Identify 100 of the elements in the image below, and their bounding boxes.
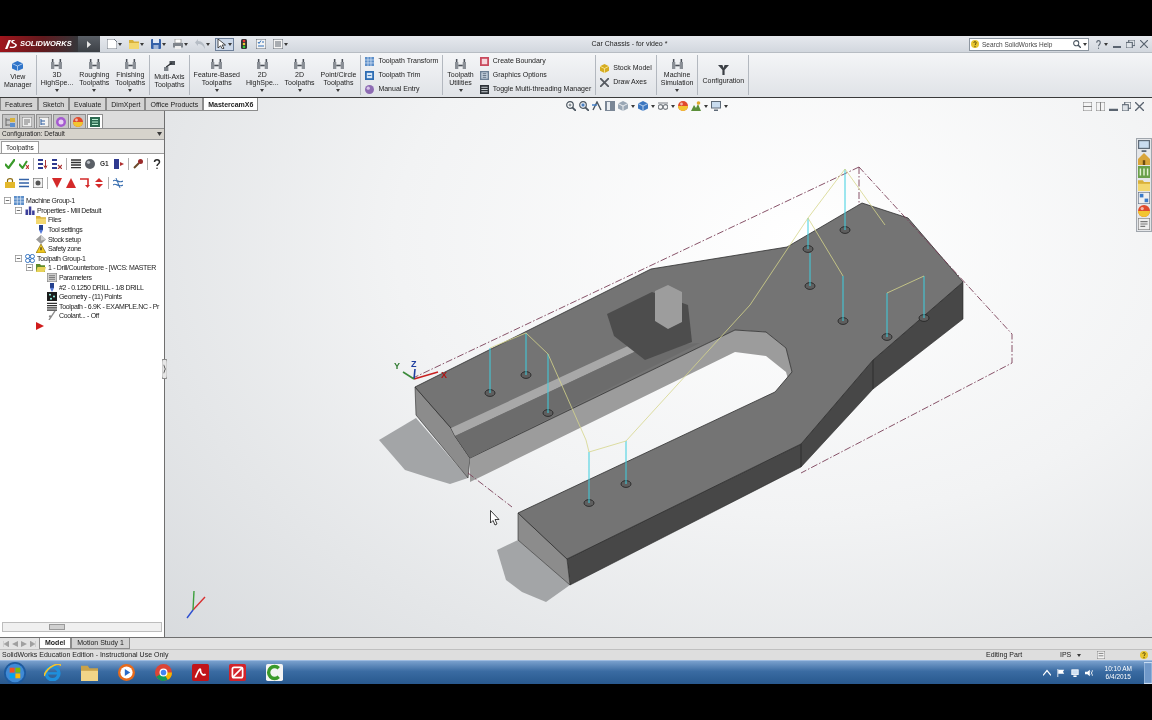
horizontal-scrollbar[interactable]	[2, 622, 162, 632]
wave-cross-icon[interactable]	[113, 177, 123, 188]
network-icon[interactable]	[1070, 668, 1079, 677]
bars-cross-icon[interactable]	[52, 158, 62, 169]
tricolor-circle-icon[interactable]	[155, 664, 172, 681]
gantry-icon	[51, 58, 63, 69]
print-button[interactable]	[171, 37, 190, 51]
lock-icon[interactable]	[5, 177, 15, 188]
form-icon	[22, 116, 32, 127]
bar-flag-icon[interactable]	[113, 158, 124, 169]
house-icon[interactable]	[1138, 153, 1150, 165]
manager-tab[interactable]	[36, 114, 52, 128]
pin-icon[interactable]	[132, 158, 143, 169]
manager-tab[interactable]	[87, 114, 103, 128]
open-button[interactable]	[127, 37, 146, 51]
collapse-toggle-icon[interactable]	[15, 206, 22, 214]
axis-label: X	[441, 370, 447, 380]
insert-marker-icon[interactable]	[36, 321, 44, 330]
zoom-fit-icon[interactable]	[566, 101, 576, 111]
points-icon	[47, 292, 57, 302]
manager-tab[interactable]	[53, 114, 69, 128]
select-button[interactable]	[215, 37, 234, 51]
scene-icon[interactable]	[691, 101, 701, 111]
question-circle-icon[interactable]	[1140, 651, 1148, 659]
caret-icon[interactable]	[651, 104, 655, 108]
start-orb-icon[interactable]	[4, 661, 26, 684]
collapse-toggle-icon[interactable]	[15, 254, 22, 262]
close-icon[interactable]	[1140, 40, 1148, 48]
glasses-icon[interactable]	[658, 101, 668, 111]
color-sphere-icon[interactable]	[678, 101, 688, 111]
checklist-icon	[256, 39, 266, 49]
form-icon[interactable]	[1138, 218, 1150, 230]
menu-flyout-button[interactable]	[78, 36, 100, 52]
gantry-icon	[211, 58, 223, 69]
close-icon[interactable]	[1135, 102, 1144, 111]
monitor-icon[interactable]	[1138, 140, 1150, 152]
collapse-toggle-icon[interactable]	[4, 197, 11, 205]
list-icon[interactable]	[19, 177, 29, 188]
save-button[interactable]	[149, 37, 168, 51]
chevron-up-icon[interactable]	[1042, 668, 1051, 677]
insert-arrow-icon[interactable]	[80, 177, 90, 188]
drill-icon	[36, 225, 46, 235]
play-icon[interactable]	[118, 664, 135, 681]
triangle-up-icon[interactable]	[66, 177, 76, 188]
lines-tile-icon	[479, 84, 489, 94]
caret-icon[interactable]	[724, 104, 728, 108]
document-swirl-icon[interactable]	[192, 664, 209, 681]
caret-icon	[118, 42, 122, 46]
manager-tab[interactable]	[19, 114, 35, 128]
check-icon[interactable]	[5, 158, 15, 169]
caret-icon[interactable]	[671, 104, 675, 108]
panel-handle-icon[interactable]	[162, 359, 167, 379]
collapse-toggle-icon[interactable]	[26, 264, 33, 272]
previous-view-icon[interactable]	[592, 101, 602, 111]
color-sphere-icon[interactable]	[1138, 205, 1150, 217]
double-arrow-icon[interactable]	[94, 177, 104, 188]
printer-icon	[173, 39, 183, 49]
tile-logo-icon[interactable]	[229, 664, 246, 681]
sphere-icon[interactable]	[85, 158, 95, 169]
section-view-icon[interactable]	[605, 101, 615, 111]
monitor-icon[interactable]	[711, 101, 721, 111]
color-sphere-icon	[73, 116, 83, 127]
e-ring-icon[interactable]	[44, 664, 61, 681]
view-triad-icon	[186, 590, 206, 619]
flag-icon[interactable]	[1056, 668, 1065, 677]
split-vertical-icon[interactable]	[1096, 102, 1105, 111]
display-cube-icon[interactable]	[638, 101, 648, 111]
zoom-area-icon[interactable]	[579, 101, 589, 111]
new-button[interactable]	[105, 37, 124, 51]
split-horizontal-icon[interactable]	[1083, 102, 1092, 111]
customize-button[interactable]	[271, 37, 290, 51]
triangle-down-icon[interactable]	[52, 177, 62, 188]
caret-icon[interactable]	[631, 104, 635, 108]
gantry-icon	[671, 58, 683, 69]
help-icon[interactable]	[151, 158, 162, 169]
gantry-icon	[455, 58, 467, 69]
caret-icon[interactable]	[704, 104, 708, 108]
gantry-icon	[88, 58, 100, 69]
scrollbar-thumb[interactable]	[49, 624, 65, 630]
square-dot-icon[interactable]	[33, 177, 43, 188]
bars-arrow-icon[interactable]	[38, 158, 48, 169]
squares-icon[interactable]	[1138, 192, 1150, 204]
sphere-icon	[365, 84, 375, 94]
help-icon	[1095, 39, 1102, 49]
stack-icon[interactable]	[71, 158, 81, 169]
help-button[interactable]	[1095, 39, 1108, 49]
restore-icon[interactable]	[1122, 102, 1131, 111]
columns-icon[interactable]	[1138, 166, 1150, 178]
check-cross-icon[interactable]	[19, 158, 29, 169]
list-box-icon[interactable]	[1097, 651, 1105, 659]
question-circle-icon[interactable]	[971, 40, 979, 48]
speaker-icon[interactable]	[1084, 668, 1093, 677]
traffic-light-icon	[239, 39, 249, 49]
linked-squares-icon	[163, 61, 175, 71]
arc-tile-icon[interactable]	[266, 664, 283, 681]
restore-icon[interactable]	[1126, 40, 1135, 48]
search-button[interactable]	[1073, 40, 1087, 48]
folder-icon[interactable]	[81, 664, 98, 681]
caret-icon	[140, 42, 144, 46]
tree-icon	[5, 116, 15, 127]
